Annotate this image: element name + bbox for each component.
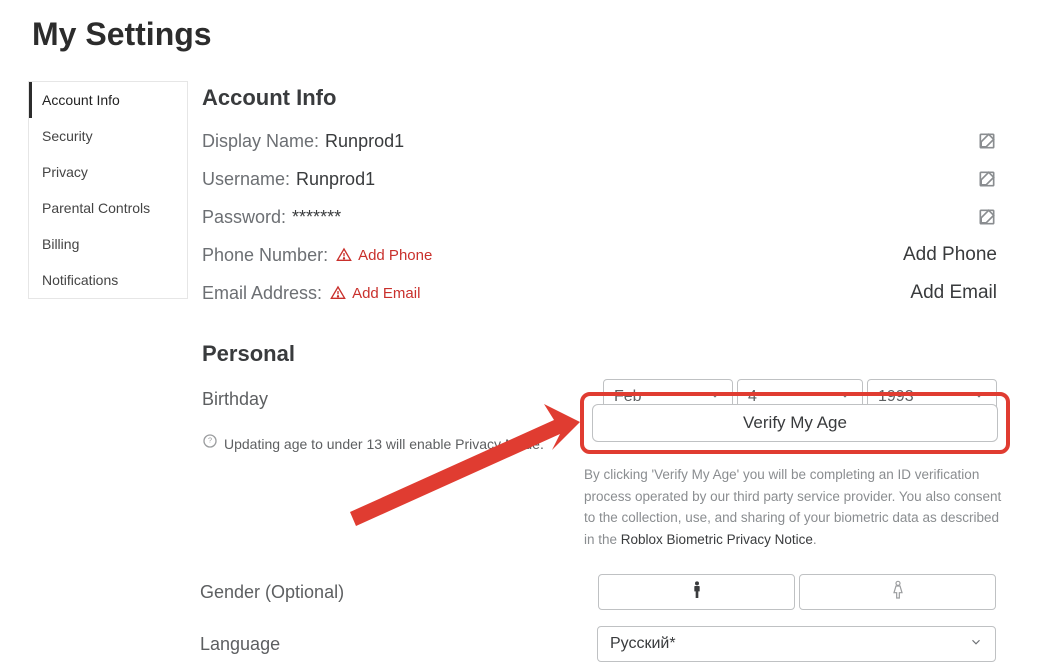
- username-value: Runprod1: [296, 169, 375, 190]
- add-phone-link-inline[interactable]: Add Phone: [358, 247, 432, 264]
- sidebar-item-notifications[interactable]: Notifications: [29, 262, 187, 298]
- sidebar-item-account-info[interactable]: Account Info: [29, 82, 187, 118]
- sidebar-item-billing[interactable]: Billing: [29, 226, 187, 262]
- username-row: Username: Runprod1: [202, 165, 997, 193]
- verify-age-section: Verify My Age By clicking 'Verify My Age…: [580, 392, 1010, 550]
- password-value: *******: [292, 207, 341, 228]
- edit-password-icon[interactable]: [977, 207, 997, 227]
- gender-row: Gender (Optional): [200, 574, 996, 610]
- display-name-value: Runprod1: [325, 131, 404, 152]
- personal-heading: Personal: [202, 341, 997, 367]
- add-email-link-right[interactable]: Add Email: [910, 282, 997, 304]
- language-select[interactable]: Русский*: [597, 626, 996, 662]
- account-info-heading: Account Info: [202, 85, 997, 111]
- info-icon: ?: [202, 433, 218, 454]
- email-label: Email Address:: [202, 283, 322, 304]
- gender-label: Gender (Optional): [200, 582, 344, 603]
- phone-label: Phone Number:: [202, 245, 328, 266]
- add-phone-link-right[interactable]: Add Phone: [903, 244, 997, 266]
- svg-text:?: ?: [208, 435, 212, 444]
- username-label: Username:: [202, 169, 290, 190]
- sidebar-item-parental-controls[interactable]: Parental Controls: [29, 190, 187, 226]
- edit-username-icon[interactable]: [977, 169, 997, 189]
- sidebar-item-privacy[interactable]: Privacy: [29, 154, 187, 190]
- language-label: Language: [200, 634, 280, 655]
- highlight-box: Verify My Age: [580, 392, 1010, 454]
- gender-female-button[interactable]: [799, 574, 996, 610]
- female-icon: [890, 580, 906, 605]
- disclaimer-post: .: [813, 532, 817, 547]
- password-row: Password: *******: [202, 203, 997, 231]
- gender-male-button[interactable]: [598, 574, 795, 610]
- age-info-text: Updating age to under 13 will enable Pri…: [224, 436, 544, 452]
- add-email-link-inline[interactable]: Add Email: [352, 285, 420, 302]
- birthday-label: Birthday: [202, 389, 268, 410]
- language-value: Русский*: [610, 635, 676, 653]
- edit-display-name-icon[interactable]: [977, 131, 997, 151]
- email-row: Email Address: Add Email Add Email: [202, 279, 997, 307]
- password-label: Password:: [202, 207, 286, 228]
- display-name-row: Display Name: Runprod1: [202, 127, 997, 155]
- biometric-privacy-notice-link[interactable]: Roblox Biometric Privacy Notice: [621, 532, 813, 547]
- verify-my-age-button[interactable]: Verify My Age: [592, 404, 998, 442]
- page-title: My Settings: [32, 16, 1037, 53]
- warning-icon: [336, 247, 352, 263]
- male-icon: [689, 580, 705, 605]
- sidebar-item-security[interactable]: Security: [29, 118, 187, 154]
- chevron-down-icon: [969, 635, 983, 654]
- language-row: Language Русский*: [200, 626, 996, 662]
- settings-sidebar: Account Info Security Privacy Parental C…: [28, 81, 188, 299]
- display-name-label: Display Name:: [202, 131, 319, 152]
- phone-row: Phone Number: Add Phone Add Phone: [202, 241, 997, 269]
- warning-icon: [330, 285, 346, 301]
- verify-disclaimer: By clicking 'Verify My Age' you will be …: [580, 464, 1010, 550]
